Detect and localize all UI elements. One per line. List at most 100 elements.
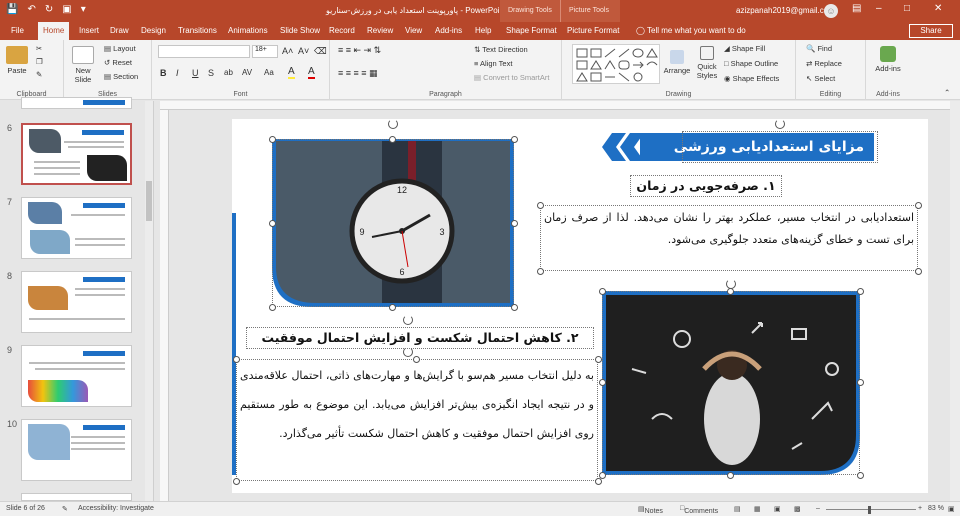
tab-review[interactable]: Review [362, 22, 398, 40]
resize-handle[interactable] [599, 288, 606, 295]
section-button[interactable]: ▤ Section [104, 72, 138, 81]
spacing-button[interactable]: AV [242, 68, 252, 77]
normal-view-icon[interactable]: ▤ [734, 505, 741, 513]
tab-picture-format[interactable]: Picture Format [562, 22, 624, 40]
tab-add-ins[interactable]: Add-ins [430, 22, 467, 40]
minimize-icon[interactable]: – [876, 3, 882, 14]
resize-handle[interactable] [857, 288, 864, 295]
font-name-box[interactable] [158, 45, 250, 58]
align-text-button[interactable]: ≡ Align Text [474, 59, 512, 68]
tab-slide-show[interactable]: Slide Show [275, 22, 325, 40]
shadow-button[interactable]: ab [224, 68, 233, 77]
tab-design[interactable]: Design [136, 22, 171, 40]
avatar[interactable]: ☺ [824, 4, 838, 18]
slide-sorter-icon[interactable]: ▦ [754, 505, 761, 513]
shapes-gallery[interactable] [572, 44, 660, 84]
resize-handle[interactable] [595, 356, 602, 363]
layout-button[interactable]: ▤ Layout [104, 44, 136, 53]
highlight-button[interactable]: A [288, 66, 295, 79]
spellcheck-icon[interactable]: ✎ [62, 505, 68, 513]
tab-transitions[interactable]: Transitions [173, 22, 222, 40]
rotate-handle[interactable] [775, 119, 785, 129]
notes-button[interactable]: ▤ Notes [638, 505, 663, 515]
resize-handle[interactable] [413, 356, 420, 363]
zoom-slider[interactable] [826, 509, 916, 510]
rotate-handle[interactable] [403, 347, 413, 357]
reset-button[interactable]: ↺ Reset [104, 58, 132, 67]
resize-handle[interactable] [595, 478, 602, 485]
collapse-ribbon-icon[interactable]: ⌃ [944, 88, 950, 97]
resize-handle[interactable] [233, 356, 240, 363]
zoom-out-icon[interactable]: – [816, 505, 820, 512]
resize-handle[interactable] [599, 379, 606, 386]
slide-canvas[interactable]: 12 3 6 9 مزایای استعدادیابی ورزشی ۱. صرف… [232, 119, 928, 493]
resize-handle[interactable] [511, 136, 518, 143]
shape-outline-button[interactable]: □ Shape Outline [724, 59, 778, 68]
fit-slide-icon[interactable]: ▣ [948, 505, 955, 513]
tab-record[interactable]: Record [324, 22, 360, 40]
tab-file[interactable]: File [6, 22, 29, 40]
rotate-handle[interactable] [403, 315, 413, 325]
resize-handle[interactable] [915, 268, 922, 275]
arrange-button[interactable]: Arrange [662, 50, 692, 75]
shape-fill-button[interactable]: ◢ Shape Fill [724, 44, 765, 53]
clear-format-icon[interactable]: ⌫ [314, 46, 327, 57]
find-button[interactable]: 🔍 Find [806, 44, 832, 53]
quick-styles-button[interactable]: Quick Styles [694, 46, 720, 80]
paste-button[interactable]: Paste [4, 46, 30, 75]
scroll-thumb[interactable] [146, 181, 152, 221]
shape-effects-button[interactable]: ◉ Shape Effects [724, 74, 779, 83]
resize-handle[interactable] [389, 136, 396, 143]
resize-handle[interactable] [269, 136, 276, 143]
resize-handle[interactable] [915, 202, 922, 209]
convert-smartart-button[interactable]: ▤ Convert to SmartArt [474, 73, 549, 82]
slide-thumbnail-10[interactable] [21, 419, 132, 481]
rotate-handle[interactable] [388, 119, 398, 129]
resize-handle[interactable] [511, 304, 518, 311]
format-painter-icon[interactable]: ✎ [36, 70, 42, 79]
font-color-button[interactable]: A [308, 66, 315, 79]
resize-handle[interactable] [269, 304, 276, 311]
underline-button[interactable]: U [192, 68, 199, 78]
zoom-in-icon[interactable]: + [918, 505, 922, 512]
addins-button[interactable]: Add-ins [870, 46, 906, 73]
grow-font-icon[interactable]: A˄ [282, 46, 293, 56]
change-case-button[interactable]: Aa [264, 68, 274, 77]
user-email[interactable]: azizpanah2019@gmail.com [736, 6, 835, 15]
strikethrough-button[interactable]: S [208, 68, 214, 78]
zoom-level[interactable]: 83 % [928, 505, 944, 512]
italic-button[interactable]: I [176, 68, 179, 78]
slide-thumbnail-8[interactable] [21, 271, 132, 333]
slideshow-icon[interactable]: ▣ [62, 4, 71, 15]
bullets-icon[interactable]: ≡ ≡ ⇤ ⇥ ⇅ [338, 45, 381, 56]
share-button[interactable]: Share [909, 24, 953, 38]
text-direction-button[interactable]: ⇅ Text Direction [474, 45, 528, 54]
cut-icon[interactable]: ✂ [36, 44, 42, 53]
select-button[interactable]: ↖ Select [806, 74, 835, 83]
resize-handle[interactable] [389, 304, 396, 311]
slide-thumbnail-5[interactable] [21, 97, 132, 109]
tab-home[interactable]: Home [38, 22, 70, 40]
slide-thumbnail-11[interactable] [21, 493, 132, 501]
tab-animations[interactable]: Animations [223, 22, 273, 40]
font-size-box[interactable]: 18+ [252, 45, 278, 58]
new-slide-button[interactable]: New Slide [68, 46, 98, 84]
resize-handle[interactable] [537, 268, 544, 275]
resize-handle[interactable] [511, 220, 518, 227]
resize-handle[interactable] [727, 288, 734, 295]
tab-insert[interactable]: Insert [74, 22, 104, 40]
undo-icon[interactable]: ↶ [27, 4, 35, 15]
resize-handle[interactable] [857, 472, 864, 479]
slide-thumbnail-6[interactable] [21, 123, 132, 185]
zoom-slider-thumb[interactable] [868, 506, 871, 514]
slide-thumbnail-9[interactable] [21, 345, 132, 407]
resize-handle[interactable] [727, 472, 734, 479]
close-icon[interactable]: ✕ [934, 3, 942, 14]
redo-icon[interactable]: ↻ [45, 4, 53, 15]
resize-handle[interactable] [269, 220, 276, 227]
tab-shape-format[interactable]: Shape Format [501, 22, 562, 40]
replace-button[interactable]: ⇄ Replace [806, 59, 842, 68]
tab-view[interactable]: View [400, 22, 427, 40]
copy-icon[interactable]: ❐ [36, 57, 43, 66]
slide-scrollbar[interactable] [950, 101, 960, 501]
